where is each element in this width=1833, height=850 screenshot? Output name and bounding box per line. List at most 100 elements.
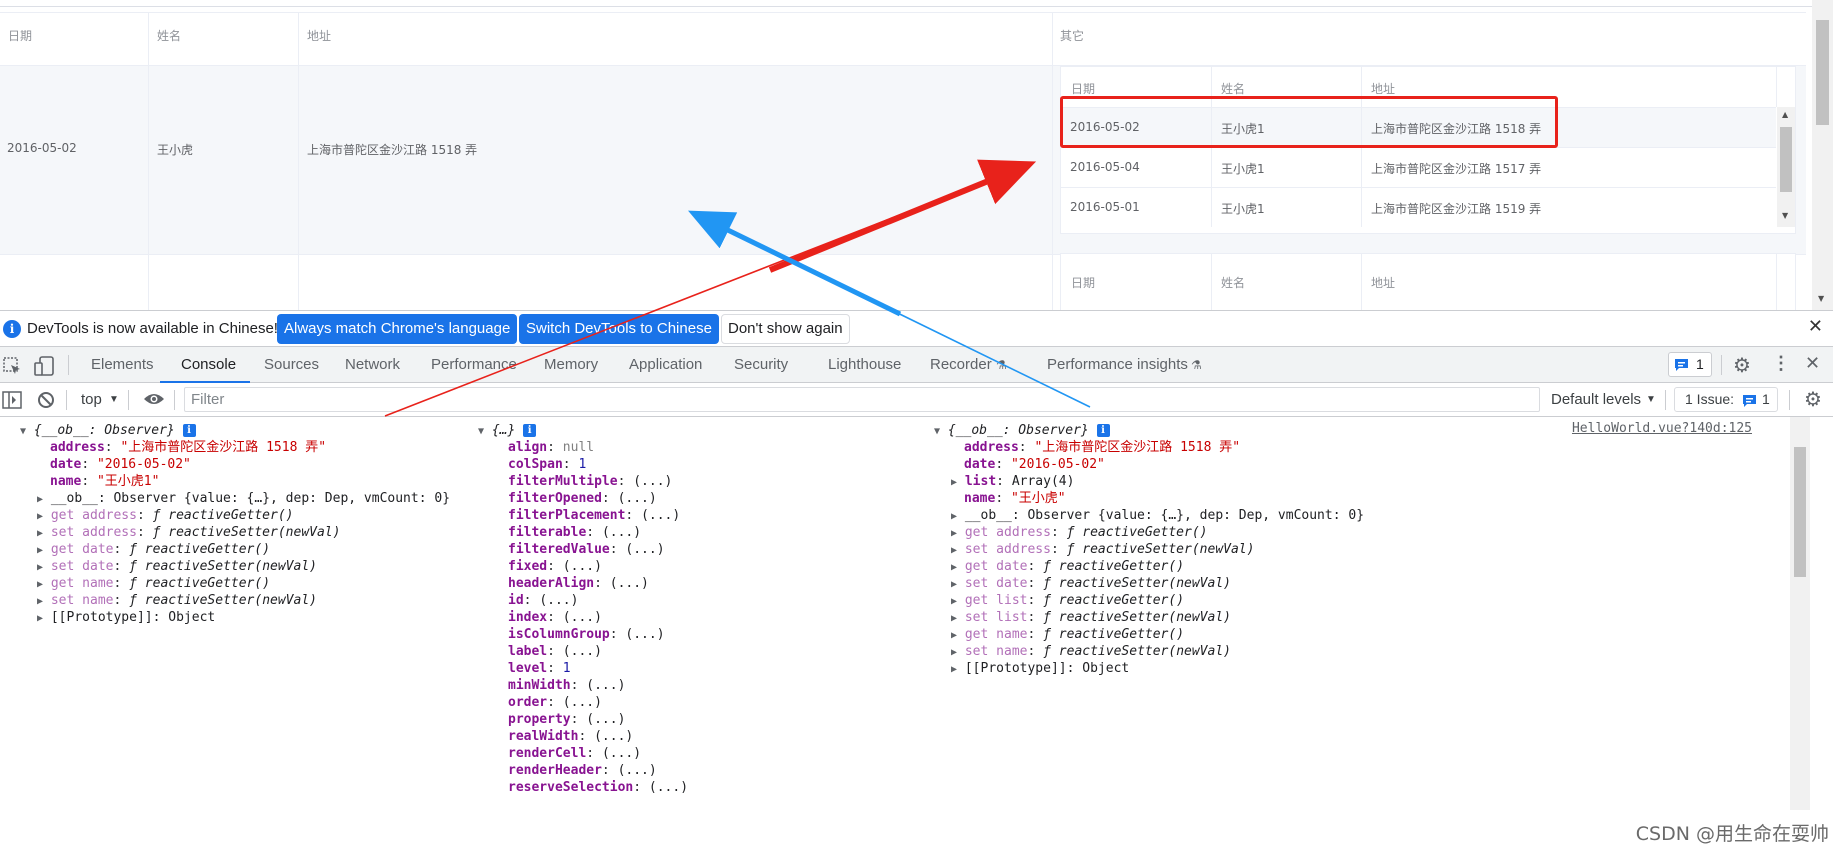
collapsed-triangle-icon: ▶ xyxy=(951,477,958,488)
tab-performance[interactable]: Performance xyxy=(431,356,517,373)
inner-row2-date: 2016-05-04 xyxy=(1070,160,1140,174)
toolbar-divider xyxy=(66,390,67,410)
page-scroll-down-icon[interactable]: ▼ xyxy=(1818,295,1824,303)
inner2-header-name: 姓名 xyxy=(1221,276,1246,290)
scroll-up-icon[interactable]: ▲ xyxy=(1782,111,1788,119)
collapsed-triangle-icon: ▶ xyxy=(951,647,958,658)
col1-accessor[interactable]: ▶ get address: ƒ reactiveGetter() xyxy=(37,507,294,524)
page-scroll-thumb[interactable] xyxy=(1816,20,1829,125)
close-icon[interactable]: ✕ xyxy=(1808,316,1823,337)
messages-count: 1 xyxy=(1696,356,1704,372)
col-header-other: 其它 xyxy=(1060,29,1085,43)
col2-prop: realWidth: (...) xyxy=(508,729,634,744)
devtools-tabbar: Elements Console Sources Network Perform… xyxy=(0,346,1833,383)
scroll-thumb[interactable] xyxy=(1780,127,1792,192)
col2-object-header[interactable]: ▼ {…} i xyxy=(478,422,537,439)
info-badge-icon: i xyxy=(182,424,196,437)
tab-security[interactable]: Security xyxy=(734,356,788,373)
inner-row3-name: 王小虎1 xyxy=(1221,202,1265,216)
col1-prop-date: date: "2016-05-02" xyxy=(50,457,191,472)
col3-object-header[interactable]: ▼ {__ob__: Observer} i xyxy=(934,422,1110,439)
collapsed-triangle-icon: ▶ xyxy=(951,664,958,675)
collapsed-triangle-icon: ▶ xyxy=(37,613,44,624)
inner-row3-address: 上海市普陀区金沙江路 1519 弄 xyxy=(1371,202,1542,216)
dont-show-again-button[interactable]: Don't show again xyxy=(721,314,850,344)
col2-prop: id: (...) xyxy=(508,593,579,608)
col3-accessor[interactable]: ▶ set list: ƒ reactiveSetter(newVal) xyxy=(951,609,1231,626)
col1-accessor[interactable]: ▶ set name: ƒ reactiveSetter(newVal) xyxy=(37,592,317,609)
devtools-panel: i DevTools is now available in Chinese! … xyxy=(0,310,1833,850)
tab-network[interactable]: Network xyxy=(345,356,400,373)
tab-sources[interactable]: Sources xyxy=(264,356,319,373)
more-options-icon[interactable]: ⋮ xyxy=(1772,353,1790,374)
col2-prop: colSpan: 1 xyxy=(508,457,587,472)
tab-application[interactable]: Application xyxy=(629,356,702,373)
issues-count: 1 xyxy=(1762,391,1770,407)
col2-prop: filterable: (...) xyxy=(508,525,642,540)
tab-performance-insights[interactable]: Performance insights xyxy=(1047,356,1188,373)
col1-accessor[interactable]: ▶ get date: ƒ reactiveGetter() xyxy=(37,541,270,558)
toolbar-divider xyxy=(174,390,175,410)
col3-prop-date: date: "2016-05-02" xyxy=(964,457,1105,472)
nested-table-2: 日期 姓名 地址 xyxy=(1060,253,1796,310)
col-header-date: 日期 xyxy=(8,29,33,43)
always-match-language-button[interactable]: Always match Chrome's language xyxy=(277,314,518,344)
live-expression-eye-icon[interactable] xyxy=(143,392,165,406)
sidebar-toggle-icon[interactable] xyxy=(2,391,22,409)
col3-accessor[interactable]: ▶ get list: ƒ reactiveGetter() xyxy=(951,592,1184,609)
settings-gear-icon[interactable]: ⚙ xyxy=(1733,353,1751,378)
col2-prop: minWidth: (...) xyxy=(508,678,626,693)
inspect-element-icon[interactable] xyxy=(2,356,22,376)
log-levels-dropdown[interactable]: Default levels xyxy=(1551,391,1641,408)
collapsed-triangle-icon: ▶ xyxy=(951,528,958,539)
console-settings-gear-icon[interactable]: ⚙ xyxy=(1804,387,1822,412)
col3-ob-line[interactable]: ▶ __ob__: Observer {value: {…}, dep: Dep… xyxy=(951,507,1364,524)
col1-ob-line[interactable]: ▶ __ob__: Observer {value: {…}, dep: Dep… xyxy=(37,490,450,507)
col1-accessor[interactable]: ▶ set address: ƒ reactiveSetter(newVal) xyxy=(37,524,340,541)
col3-prop-list[interactable]: ▶ list: Array(4) xyxy=(951,473,1074,490)
inner-col-divider xyxy=(1361,254,1362,310)
col3-accessor[interactable]: ▶ set date: ƒ reactiveSetter(newVal) xyxy=(951,575,1231,592)
expanded-triangle-icon: ▼ xyxy=(478,426,485,437)
col1-prop-address: address: "上海市普陀区金沙江路 1518 弄" xyxy=(50,440,327,455)
col3-accessor[interactable]: ▶ set name: ƒ reactiveSetter(newVal) xyxy=(951,643,1231,660)
col3-prop-name: name: "王小虎" xyxy=(964,491,1066,506)
collapsed-triangle-icon: ▶ xyxy=(37,579,44,590)
row1-address: 上海市普陀区金沙江路 1518 弄 xyxy=(307,143,478,157)
tab-lighthouse[interactable]: Lighthouse xyxy=(828,356,901,373)
device-toolbar-icon[interactable] xyxy=(34,355,56,377)
issues-button[interactable]: 1 Issue: 1 xyxy=(1674,387,1778,412)
tab-memory[interactable]: Memory xyxy=(544,356,598,373)
col3-accessor[interactable]: ▶ get name: ƒ reactiveGetter() xyxy=(951,626,1184,643)
inner-scrollbar[interactable]: ▲ ▼ xyxy=(1777,107,1795,227)
clear-console-icon[interactable] xyxy=(37,391,55,409)
language-infobar: i DevTools is now available in Chinese! … xyxy=(0,311,1833,346)
col1-object-header[interactable]: ▼ {__ob__: Observer} i xyxy=(20,422,196,439)
tab-recorder[interactable]: Recorder xyxy=(930,356,992,373)
messages-count-button[interactable]: 1 xyxy=(1668,352,1712,377)
close-devtools-icon[interactable]: ✕ xyxy=(1805,353,1820,374)
col3-accessor[interactable]: ▶ get address: ƒ reactiveGetter() xyxy=(951,524,1208,541)
col3-accessor[interactable]: ▶ set address: ƒ reactiveSetter(newVal) xyxy=(951,541,1254,558)
switch-to-chinese-button[interactable]: Switch DevTools to Chinese xyxy=(519,314,719,344)
col3-accessor[interactable]: ▶ get date: ƒ reactiveGetter() xyxy=(951,558,1184,575)
col3-prop-address: address: "上海市普陀区金沙江路 1518 弄" xyxy=(964,440,1241,455)
page-scrollbar[interactable]: ▼ xyxy=(1812,0,1833,310)
col1-accessor[interactable]: ▶ set date: ƒ reactiveSetter(newVal) xyxy=(37,558,317,575)
chevron-down-icon[interactable]: ▼ xyxy=(109,394,119,405)
chevron-down-icon[interactable]: ▼ xyxy=(1646,394,1656,405)
col1-accessor[interactable]: ▶ get name: ƒ reactiveGetter() xyxy=(37,575,270,592)
collapsed-triangle-icon: ▶ xyxy=(951,613,958,624)
tab-console[interactable]: Console xyxy=(181,356,236,373)
inner-row2-address: 上海市普陀区金沙江路 1517 弄 xyxy=(1371,162,1542,176)
console-filter-input[interactable]: Filter xyxy=(184,387,1540,412)
tab-elements[interactable]: Elements xyxy=(91,356,154,373)
scroll-down-icon[interactable]: ▼ xyxy=(1782,212,1788,220)
col3-prototype[interactable]: ▶ [[Prototype]]: Object xyxy=(951,660,1129,677)
context-selector[interactable]: top xyxy=(81,391,102,408)
source-link[interactable]: HelloWorld.vue?140d:125 xyxy=(1572,421,1752,436)
console-scroll-thumb[interactable] xyxy=(1794,447,1806,577)
row1-name: 王小虎 xyxy=(157,143,194,157)
console-scrollbar[interactable] xyxy=(1790,417,1810,850)
col1-prototype[interactable]: ▶ [[Prototype]]: Object xyxy=(37,609,215,626)
